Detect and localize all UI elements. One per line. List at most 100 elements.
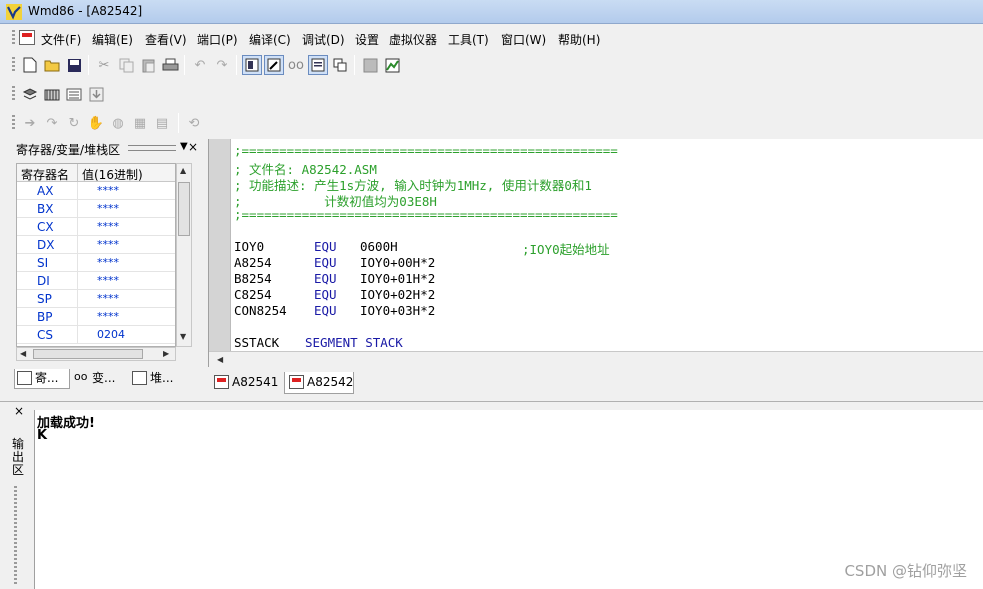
menu-tools[interactable]: 工具(T) (448, 31, 489, 48)
menu-window[interactable]: 窗口(W) (501, 31, 546, 48)
menu-edit[interactable]: 编辑(E) (92, 31, 133, 48)
tab-a82542[interactable]: A82542 (284, 372, 354, 394)
registers-horizontal-scrollbar[interactable]: ◀ ▶ (16, 347, 176, 361)
tab-registers[interactable]: 寄... (14, 369, 70, 389)
window-layout-icon[interactable] (242, 55, 262, 75)
registers-icon[interactable]: ▤ (152, 113, 172, 133)
register-name: SP (37, 292, 52, 306)
output-text-area[interactable]: 加载成功! K (34, 410, 983, 589)
registers-vertical-scrollbar[interactable]: ▲ ▼ (176, 163, 192, 347)
document-icon[interactable] (19, 30, 35, 45)
toolbar-grip[interactable] (12, 115, 15, 131)
menu-settings[interactable]: 设置 (355, 31, 379, 48)
editor-tabs: A82541 A82542 (208, 371, 983, 395)
toolbar-separator (236, 55, 237, 75)
close-icon[interactable]: × (188, 140, 198, 154)
table-row[interactable]: DX **** (17, 236, 175, 254)
tab-variables[interactable]: oo 变... (72, 369, 128, 389)
toolbar-grip[interactable] (12, 86, 15, 102)
compile-icon[interactable] (20, 84, 40, 104)
code-operand: 0600H (360, 239, 398, 254)
registers-panel-title: 寄存器/变量/堆栈区 (16, 143, 121, 157)
panel-dropdown-icon[interactable]: ▼ (180, 141, 188, 152)
table-row[interactable]: SP **** (17, 290, 175, 308)
title-bar[interactable]: Wmd86 - [A82542] (0, 0, 983, 24)
scroll-up-icon[interactable]: ▲ (180, 166, 186, 175)
chart-gray-icon[interactable] (360, 55, 380, 75)
step-into-icon[interactable]: ↷ (42, 113, 62, 133)
code-label: A8254 (234, 255, 272, 270)
cut-icon[interactable]: ✂ (94, 55, 114, 75)
scroll-thumb[interactable] (178, 182, 190, 236)
menu-virtual-instruments[interactable]: 虚拟仪器 (389, 31, 437, 48)
tab-stack[interactable]: 堆... (130, 369, 190, 389)
step-over-icon[interactable]: ↻ (64, 113, 84, 133)
table-row[interactable]: SI **** (17, 254, 175, 272)
toolbar-separator (354, 55, 355, 75)
column-divider[interactable] (77, 164, 78, 182)
menu-compile[interactable]: 编译(C) (249, 31, 291, 48)
debug-window-icon[interactable] (264, 55, 284, 75)
editor-gutter[interactable] (209, 139, 231, 351)
editor-horizontal-scrollbar[interactable]: ◀ (209, 351, 983, 367)
table-row[interactable]: DI **** (17, 272, 175, 290)
scroll-left-icon[interactable]: ◀ (20, 349, 26, 358)
watermark: CSDN @钻仰弥坚 (844, 562, 967, 580)
new-file-icon[interactable] (20, 55, 40, 75)
panel-drag-bar[interactable] (128, 145, 176, 151)
close-icon[interactable]: × (14, 404, 24, 418)
open-folder-icon[interactable] (42, 55, 62, 75)
code-label: SSTACK (234, 335, 280, 350)
breakpoint-icon[interactable]: ◍ (108, 113, 128, 133)
menu-view[interactable]: 查看(V) (145, 31, 187, 48)
chart-green-icon[interactable] (382, 55, 402, 75)
menubar-grip[interactable] (12, 30, 15, 46)
registers-table: 寄存器名 值(16进制) AX **** BX **** CX **** DX ****… (16, 163, 176, 347)
run-icon[interactable]: ➔ (20, 113, 40, 133)
code-operand: IOY0+01H*2 (360, 271, 436, 286)
save-icon[interactable] (64, 55, 84, 75)
tile-windows-icon[interactable] (330, 55, 350, 75)
toolbar-grip[interactable] (12, 57, 15, 73)
column-header-name[interactable]: 寄存器名 (21, 166, 69, 183)
table-row[interactable]: CS 0204 (17, 326, 175, 344)
register-value: **** (97, 292, 119, 305)
output-window-icon[interactable] (308, 55, 328, 75)
column-header-value[interactable]: 值(16进制) (82, 166, 143, 183)
code-editor[interactable]: ;=======================================… (208, 139, 983, 367)
registers-tab-icon (17, 371, 32, 385)
scroll-left-icon[interactable]: ◀ (217, 355, 223, 364)
code-line: ; 文件名: A82542.ASM (234, 162, 377, 177)
code-line: ;=======================================… (234, 143, 618, 158)
menu-debug[interactable]: 调试(D) (302, 31, 345, 48)
table-row[interactable]: BX **** (17, 200, 175, 218)
menu-file[interactable]: 文件(F) (41, 31, 81, 48)
tab-a82541[interactable]: A82541 (210, 372, 282, 394)
register-name: BX (37, 202, 54, 216)
watch-icon[interactable]: oo (286, 55, 306, 75)
glasses-icon: oo (74, 370, 88, 383)
menu-help[interactable]: 帮助(H) (558, 31, 600, 48)
print-icon[interactable] (160, 55, 180, 75)
build-icon[interactable] (42, 84, 62, 104)
register-value: **** (97, 238, 119, 251)
redo-icon[interactable]: ↷ (212, 55, 232, 75)
scroll-thumb[interactable] (33, 349, 143, 359)
paste-icon[interactable] (138, 55, 158, 75)
copy-icon[interactable] (116, 55, 136, 75)
menu-port[interactable]: 端口(P) (197, 31, 238, 48)
undo-icon[interactable]: ↶ (190, 55, 210, 75)
scroll-down-icon[interactable]: ▼ (180, 332, 186, 341)
table-row[interactable]: CX **** (17, 218, 175, 236)
download-icon[interactable] (86, 84, 106, 104)
toolbar-standard: ✂ ↶ ↷ oo (0, 52, 983, 78)
link-icon[interactable] (64, 84, 84, 104)
document-icon (214, 375, 229, 389)
memory-icon[interactable]: ▦ (130, 113, 150, 133)
reset-icon[interactable]: ⟲ (184, 113, 204, 133)
stop-hand-icon[interactable]: ✋ (86, 113, 106, 133)
panel-drag-bar[interactable] (14, 486, 17, 584)
scroll-right-icon[interactable]: ▶ (163, 349, 169, 358)
table-row[interactable]: AX **** (17, 182, 175, 200)
table-row[interactable]: BP **** (17, 308, 175, 326)
